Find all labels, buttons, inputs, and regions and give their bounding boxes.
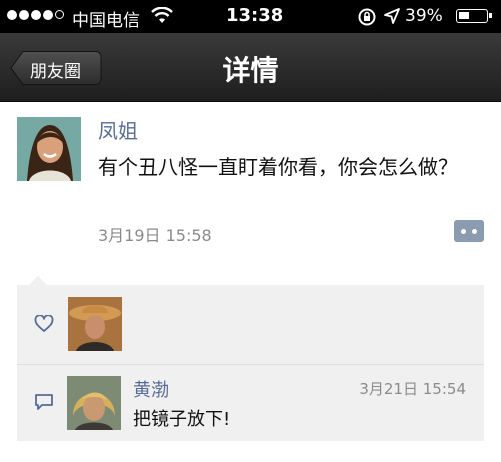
post-author-name[interactable]: 凤姐 — [98, 115, 138, 144]
heart-icon — [34, 314, 54, 337]
comment-box-pointer — [29, 276, 47, 285]
post-timestamp: 3月19日 15:58 — [98, 226, 212, 245]
battery-icon — [456, 9, 492, 23]
location-arrow-icon — [383, 7, 401, 29]
liker-avatar[interactable] — [68, 297, 122, 351]
commenter-avatar[interactable] — [67, 376, 121, 430]
signal-dots-icon — [7, 10, 66, 22]
comment-text[interactable]: 把镜子放下! — [133, 405, 230, 431]
navigation-bar: 朋友圈 详情 — [0, 33, 501, 102]
carrier-label: 中国电信 — [72, 11, 140, 31]
comments-section: 黄渤 3月21日 15:54 把镜子放下! — [17, 365, 484, 441]
author-avatar[interactable] — [17, 117, 81, 181]
post-content: 有个丑八怪一直盯着你看，你会怎么做？ — [98, 155, 458, 179]
comment-author-name[interactable]: 黄渤 — [133, 376, 169, 402]
battery-percent: 39% — [405, 6, 443, 26]
comment-bubble-icon — [34, 393, 54, 415]
likes-section — [17, 285, 484, 364]
status-bar: 中国电信 13:38 39% — [0, 0, 501, 33]
comment-timestamp: 3月21日 15:54 — [359, 380, 466, 398]
status-time: 13:38 — [226, 5, 284, 26]
page-title: 详情 — [222, 54, 279, 87]
wifi-icon — [151, 6, 173, 28]
rotation-lock-icon — [357, 7, 377, 31]
more-dots-icon[interactable] — [454, 220, 484, 242]
